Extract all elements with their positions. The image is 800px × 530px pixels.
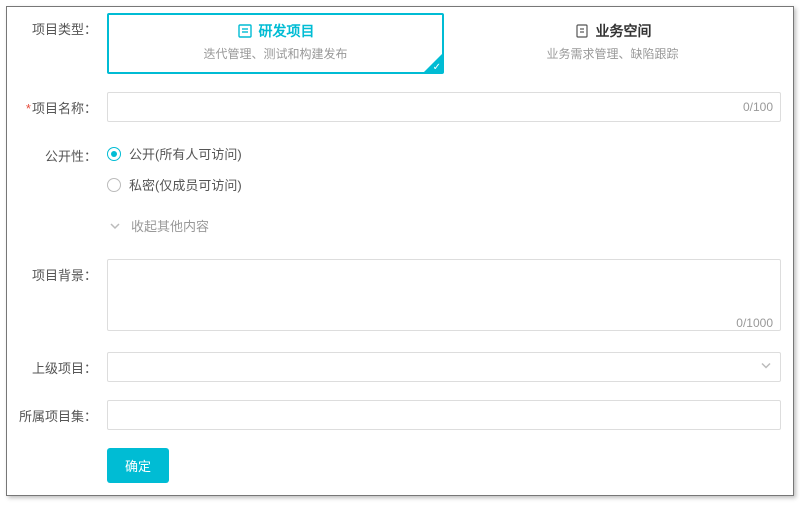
row-visibility: 公开性： 公开(所有人可访问) 私密(仅成员可访问) xyxy=(19,140,781,206)
label-visibility: 公开性： xyxy=(19,140,97,165)
label-project-set: 所属项目集： xyxy=(19,400,97,425)
type-card-rd-desc: 迭代管理、测试和构建发布 xyxy=(113,45,438,62)
label-project-bg: 项目背景： xyxy=(19,259,97,284)
visibility-private-label: 私密(仅成员可访问) xyxy=(129,175,242,194)
submit-button[interactable]: 确定 xyxy=(107,448,169,483)
radio-icon xyxy=(107,147,121,161)
collapse-toggle[interactable]: 收起其他内容 xyxy=(109,216,209,235)
row-parent-project: 上级项目： xyxy=(19,352,781,382)
type-card-biz-title: 业务空间 xyxy=(596,21,652,41)
project-name-counter: 0/100 xyxy=(743,100,773,114)
label-project-name: *项目名称： xyxy=(19,92,97,117)
radio-icon xyxy=(107,178,121,192)
row-project-set: 所属项目集： xyxy=(19,400,781,430)
row-actions: 确定 xyxy=(19,448,781,483)
type-card-biz[interactable]: 业务空间 业务需求管理、缺陷跟踪 xyxy=(444,13,781,74)
create-project-dialog: 项目类型： 研发项目 迭代管理、测试和构建发布 xyxy=(6,6,794,496)
chevron-down-icon xyxy=(109,220,121,232)
note-icon xyxy=(574,23,590,39)
label-parent-project: 上级项目： xyxy=(19,352,97,377)
chevron-down-icon xyxy=(760,360,772,375)
type-card-biz-desc: 业务需求管理、缺陷跟踪 xyxy=(450,45,775,62)
row-project-bg: 项目背景： 0/1000 xyxy=(19,259,781,334)
row-project-type: 项目类型： 研发项目 迭代管理、测试和构建发布 xyxy=(19,13,781,74)
type-card-rd[interactable]: 研发项目 迭代管理、测试和构建发布 xyxy=(107,13,444,74)
project-set-select[interactable] xyxy=(107,400,781,430)
project-bg-textarea[interactable] xyxy=(107,259,781,331)
check-corner-icon xyxy=(424,54,442,72)
visibility-public-label: 公开(所有人可访问) xyxy=(129,144,242,163)
label-project-type: 项目类型： xyxy=(19,13,97,38)
row-project-name: *项目名称： 0/100 xyxy=(19,92,781,122)
row-collapse: 收起其他内容 xyxy=(19,216,781,249)
visibility-private[interactable]: 私密(仅成员可访问) xyxy=(107,175,781,194)
list-icon xyxy=(237,23,253,39)
type-card-rd-title: 研发项目 xyxy=(259,21,315,41)
project-name-input[interactable] xyxy=(107,92,781,122)
project-bg-counter: 0/1000 xyxy=(736,316,773,330)
parent-project-select[interactable] xyxy=(107,352,781,382)
visibility-public[interactable]: 公开(所有人可访问) xyxy=(107,144,781,163)
collapse-label: 收起其他内容 xyxy=(131,216,209,235)
